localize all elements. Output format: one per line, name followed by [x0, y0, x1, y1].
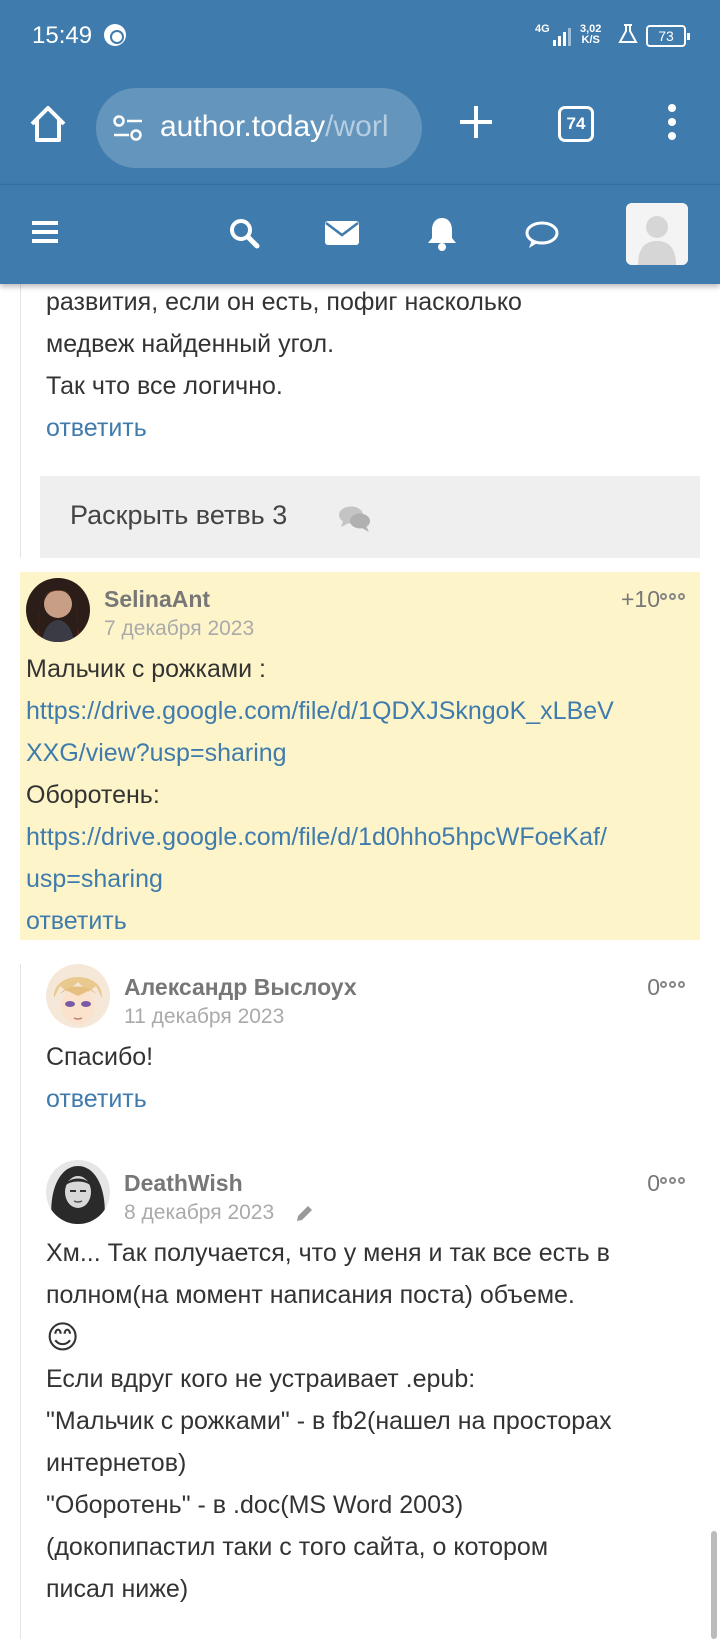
comment-score: 0 [647, 974, 660, 1000]
prev-comment-line: развития, если он есть, пофиг насколько [46, 288, 522, 316]
comment-highlighted: SelinaAnt 7 декабря 2023 +10 Мальчик с р… [20, 572, 700, 940]
comment-link-cont[interactable]: usp=sharing [26, 858, 700, 900]
browser-toolbar: author.today/worl 74 [0, 72, 720, 184]
comment-line: полном(на момент написания поста) объеме… [46, 1281, 575, 1309]
comment-line: Оборотень: [26, 781, 160, 809]
comment-line: интернетов) [46, 1449, 187, 1477]
home-icon[interactable] [26, 102, 70, 146]
comment-date[interactable]: 7 декабря 2023 [104, 617, 254, 641]
more-options-icon[interactable] [660, 1171, 687, 1189]
hamburger-menu-icon[interactable] [30, 217, 60, 247]
prev-comment-line: медвеж найденный угол. [46, 330, 335, 358]
user-avatar-button[interactable] [626, 203, 688, 265]
comment-body: Мальчик с рожками : https://drive.google… [26, 648, 700, 942]
prev-comment-line: Так что все логично. [46, 372, 283, 400]
scrollbar-thumb[interactable] [711, 1531, 717, 1639]
network-type: 4G [535, 23, 550, 35]
browser-menu-icon[interactable] [664, 104, 680, 144]
reply-link[interactable]: ответить [26, 900, 700, 942]
prev-comment-body: развития, если он есть, пофиг насколько … [46, 284, 522, 449]
comment: DeathWish 8 декабря 2023 0 Хм... Так пол… [40, 1160, 700, 1639]
status-time: 15:49 [32, 22, 93, 49]
comment: Александр Выслоух 11 декабря 2023 0 Спас… [40, 964, 700, 1134]
search-icon[interactable] [228, 217, 260, 249]
reply-link[interactable]: ответить [46, 1078, 153, 1120]
user-placeholder-icon [626, 203, 688, 265]
screen-record-icon [104, 24, 126, 46]
url-host: author.today [160, 110, 326, 143]
comment-score: +10 [620, 586, 660, 612]
site-navbar [0, 184, 720, 284]
comments-feed: развития, если он есть, пофиг насколько … [0, 284, 720, 1639]
avatar[interactable] [46, 1160, 110, 1224]
bell-icon[interactable] [426, 215, 458, 251]
comment-line: Если вдруг кого не устраивает .epub: [46, 1365, 476, 1393]
site-settings-icon[interactable] [112, 114, 144, 142]
comment-link-cont[interactable]: XXG/view?usp=sharing [26, 732, 700, 774]
comment-author[interactable]: DeathWish [124, 1170, 243, 1197]
comment-line: Спасибо! [46, 1043, 154, 1071]
comment-line: Хм... Так получается, что у меня и так в… [46, 1239, 610, 1267]
comment-line: "Оборотень" - в .doc(MS Word 2003) [46, 1491, 464, 1519]
reply-link[interactable]: ответить [46, 407, 522, 449]
status-bar: 15:49 4G 3,02 K/S 73 [0, 0, 720, 72]
avatar[interactable] [46, 964, 110, 1028]
thread-line [20, 284, 21, 558]
comment-body: Хм... Так получается, что у меня и так в… [46, 1232, 612, 1610]
comment-score: 0 [647, 1170, 660, 1196]
edited-pencil-icon [297, 1206, 312, 1221]
mail-icon[interactable] [324, 220, 360, 246]
comment-line: "Мальчик с рожками" - в fb2(нашел на про… [46, 1407, 612, 1435]
smile-emoji: 😊 [46, 1319, 80, 1355]
url-path: /worl [325, 110, 389, 143]
comment-author[interactable]: SelinaAnt [104, 586, 210, 613]
tab-switcher-button[interactable]: 74 [558, 106, 594, 142]
url-text: author.today/worl [160, 110, 388, 144]
network-speed-unit: K/S [581, 34, 600, 46]
expand-branch-label: Раскрыть ветвь 3 [70, 500, 288, 530]
comment-date[interactable]: 8 декабря 2023 [124, 1201, 274, 1225]
more-options-icon[interactable] [660, 587, 687, 605]
comment-link[interactable]: https://drive.google.com/file/d/1QDXJSkn… [26, 690, 700, 732]
comment-date[interactable]: 11 декабря 2023 [124, 1005, 284, 1029]
comment-line: (докопипастил таки с того сайта, о котор… [46, 1533, 549, 1561]
lab-flask-icon [618, 24, 638, 43]
comment-line: Мальчик с рожками : [26, 655, 266, 683]
battery-indicator: 73 [646, 25, 690, 47]
expand-branch-button[interactable]: Раскрыть ветвь 3 [40, 476, 700, 558]
avatar[interactable] [26, 578, 90, 642]
network-speed: 3,02 K/S [580, 24, 601, 46]
address-bar[interactable]: author.today/worl [96, 88, 422, 168]
thread-line [20, 964, 21, 1639]
new-tab-icon[interactable] [456, 102, 496, 142]
more-options-icon[interactable] [660, 975, 687, 993]
comment-line: писал ниже) [46, 1575, 189, 1603]
chat-bubble-icon[interactable] [524, 219, 560, 251]
signal-icon [553, 26, 573, 46]
comments-icon [339, 506, 370, 532]
comment-author[interactable]: Александр Выслоух [124, 974, 357, 1001]
comment-body: Спасибо! ответить [46, 1036, 153, 1120]
comment-link[interactable]: https://drive.google.com/file/d/1d0hho5h… [26, 816, 700, 858]
